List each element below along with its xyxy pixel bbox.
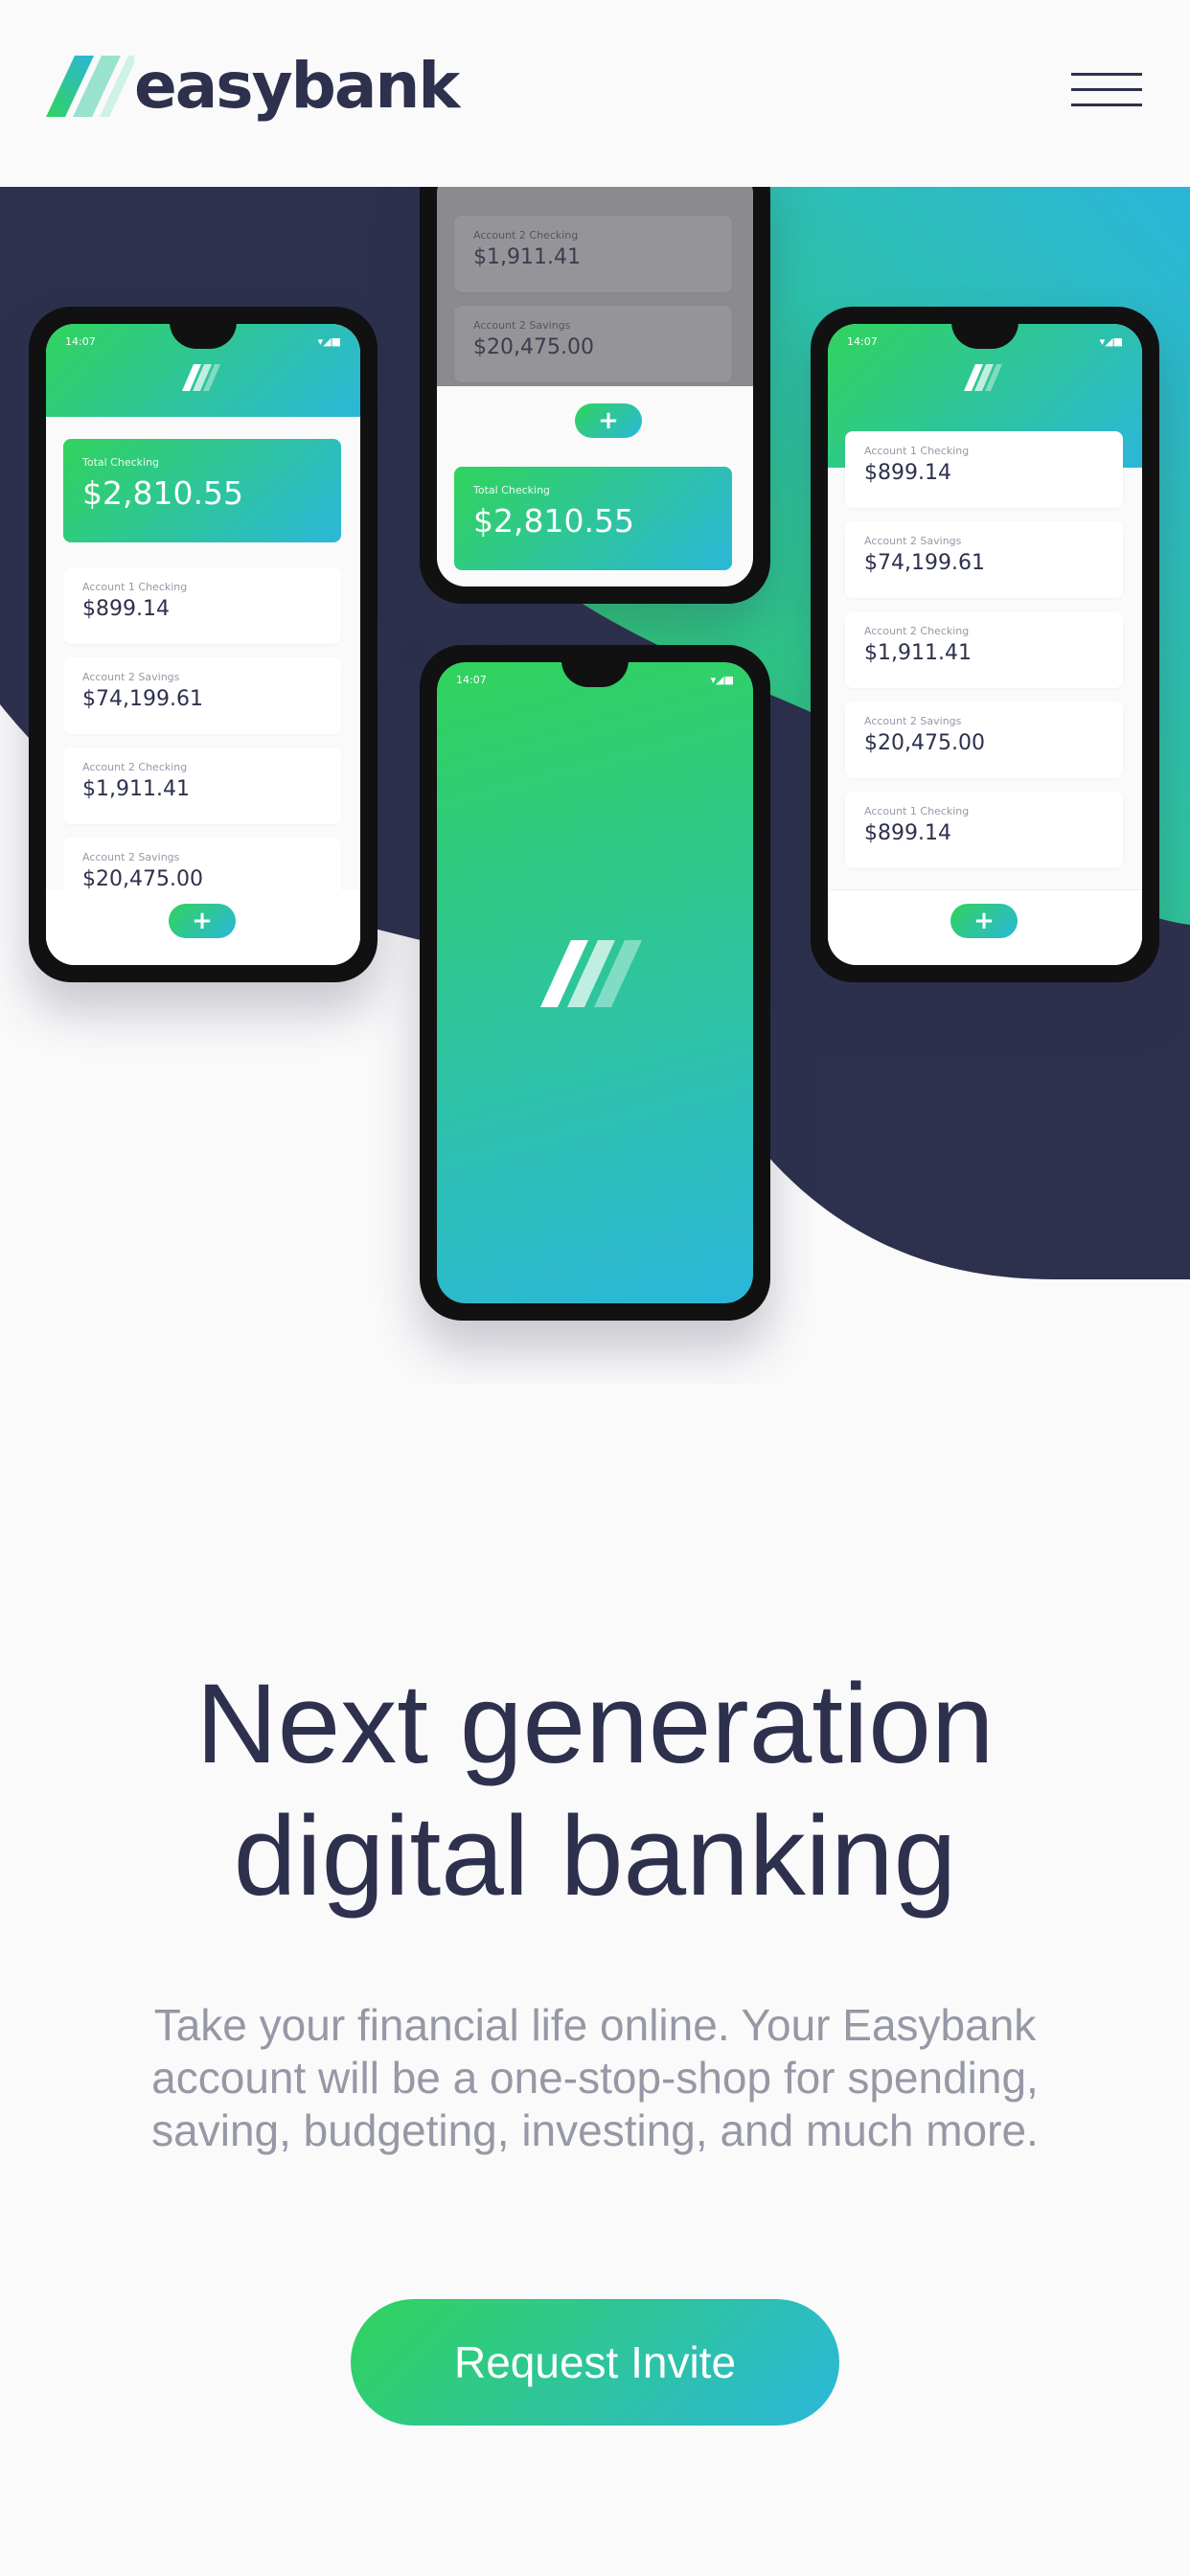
hero-subtext: Take your financial life online. Your Ea… — [151, 2000, 1039, 2155]
headline-line-1: Next generation — [195, 1661, 995, 1787]
hero-headline: Next generation digital banking — [0, 1658, 1190, 1922]
total-label: Total Checking — [473, 484, 551, 496]
phone-mockup-center: 14:07 ▾◢■ — [420, 645, 770, 1321]
app-logo-icon — [964, 364, 1002, 391]
headline-line-2: digital banking — [233, 1793, 957, 1920]
account-label: Account 2 Checking — [864, 625, 970, 637]
total-amount: $2,810.55 — [473, 502, 634, 540]
brand-name: easybank — [134, 49, 460, 123]
account-amount: $899.14 — [864, 461, 951, 485]
hero-illustration: 14:07 ▾◢■ Total Checking $2,810.55 Accoun… — [0, 187, 1190, 1385]
hamburger-icon — [1071, 73, 1142, 76]
request-invite-button[interactable]: Request Invite — [351, 2299, 839, 2426]
hero-content: Next generation digital banking Take you… — [0, 1658, 1190, 2426]
total-checking-card: Total Checking $2,810.55 — [454, 467, 732, 570]
account-card: Account 1 Checking $899.14 — [845, 431, 1123, 508]
hamburger-icon-line — [1071, 88, 1142, 91]
account-card: Account 2 Checking $1,911.41 — [845, 611, 1123, 688]
account-card: Account 1 Checking $899.14 — [845, 792, 1123, 868]
account-card: Account 2 Savings $74,199.61 — [845, 521, 1123, 598]
add-account-button: + — [575, 403, 642, 438]
account-amount: $1,911.41 — [473, 245, 581, 269]
account-label: Account 2 Savings — [473, 319, 571, 332]
status-time: 14:07 — [456, 673, 487, 686]
add-account-button: + — [169, 904, 236, 938]
total-label: Total Checking — [82, 456, 160, 469]
account-amount: $899.14 — [864, 821, 951, 845]
account-amount: $74,199.61 — [864, 551, 985, 575]
account-amount: $74,199.61 — [82, 687, 203, 711]
phone-mockup-left: 14:07 ▾◢■ Total Checking $2,810.55 Accoun… — [29, 307, 378, 982]
add-account-button: + — [950, 904, 1018, 938]
brand-logo[interactable]: easybank — [46, 49, 460, 123]
account-amount: $1,911.41 — [864, 641, 972, 665]
account-label: Account 2 Savings — [82, 671, 180, 683]
account-label: Account 2 Checking — [473, 229, 579, 242]
account-label: Account 2 Savings — [864, 535, 962, 547]
phone-mockup-top-center: Account 2 Checking $1,911.41 Account 2 Sa… — [420, 187, 770, 604]
account-amount: $899.14 — [82, 597, 170, 621]
account-amount: $20,475.00 — [473, 335, 594, 359]
app-splash-logo-icon — [540, 940, 642, 1007]
hamburger-menu-button[interactable] — [1071, 73, 1142, 111]
account-card: Account 2 Savings $20,475.00 — [845, 702, 1123, 778]
phone-mockup-right: 14:07 ▾◢■ Account 1 Checking $899.14 Accou… — [811, 307, 1159, 982]
account-card: Account 2 Savings $74,199.61 — [63, 657, 341, 734]
account-card: Account 1 Checking $899.14 — [63, 567, 341, 644]
account-label: Account 1 Checking — [864, 805, 970, 817]
account-label: Account 2 Savings — [82, 851, 180, 863]
easybank-logo-icon — [46, 56, 134, 117]
account-card: Account 2 Savings $20,475.00 — [454, 306, 732, 382]
hamburger-icon-line — [1071, 104, 1142, 106]
site-header: easybank — [0, 0, 1190, 187]
account-card: Account 2 Checking $1,911.41 — [454, 216, 732, 292]
app-logo-icon — [182, 364, 220, 391]
account-amount: $20,475.00 — [864, 731, 985, 755]
account-amount: $20,475.00 — [82, 867, 203, 891]
account-label: Account 2 Savings — [864, 715, 962, 727]
account-label: Account 1 Checking — [82, 581, 188, 593]
account-label: Account 2 Checking — [82, 761, 188, 773]
status-time: 14:07 — [65, 334, 96, 348]
total-amount: $2,810.55 — [82, 474, 243, 512]
status-time: 14:07 — [847, 334, 878, 348]
account-card: Account 2 Checking $1,911.41 — [63, 748, 341, 824]
account-label: Account 1 Checking — [864, 445, 970, 457]
total-checking-card: Total Checking $2,810.55 — [63, 439, 341, 542]
account-amount: $1,911.41 — [82, 777, 190, 801]
